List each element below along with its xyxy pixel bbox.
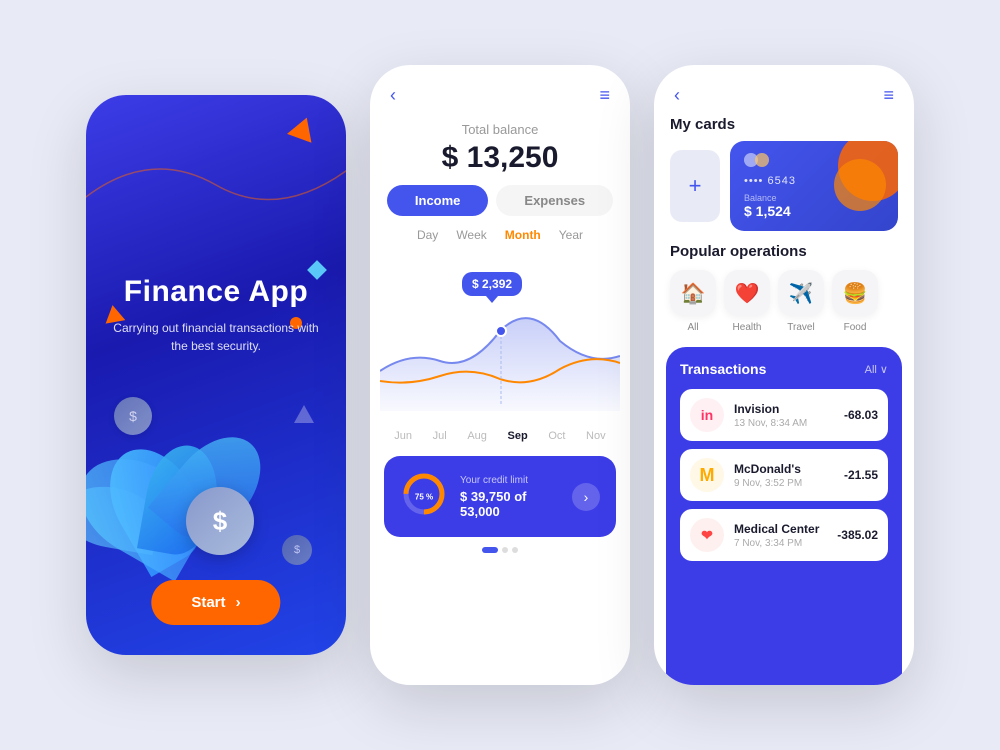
- transaction-mcdonalds: M McDonald's 9 Nov, 3:52 PM -21.55: [680, 449, 888, 501]
- all-icon: 🏠: [670, 270, 716, 316]
- invision-date: 13 Nov, 8:34 AM: [734, 418, 834, 429]
- phone3-header: ‹ ≡: [654, 65, 914, 106]
- back-icon[interactable]: ‹: [390, 85, 396, 106]
- time-tabs: Day Week Month Year: [370, 228, 630, 256]
- credit-info: Your credit limit $ 39,750 of 53,000: [460, 475, 560, 519]
- credit-card: •••• 6543 Balance $ 1,524: [730, 141, 898, 231]
- transactions-section: Transactions All ∨ in Invision 13 Nov, 8…: [666, 347, 902, 685]
- transactions-title: Transactions: [680, 361, 766, 377]
- coin-large: $: [186, 487, 254, 555]
- label-jun: Jun: [394, 430, 412, 442]
- mcdonalds-info: McDonald's 9 Nov, 3:52 PM: [734, 462, 834, 489]
- invision-info: Invision 13 Nov, 8:34 AM: [734, 402, 834, 429]
- popular-ops-title: Popular operations: [654, 243, 914, 260]
- my-cards-title: My cards: [654, 116, 914, 133]
- plus-icon: +: [689, 173, 702, 199]
- tab-month[interactable]: Month: [505, 228, 541, 242]
- credit-label: Your credit limit: [460, 475, 560, 486]
- label-aug: Aug: [467, 430, 487, 442]
- tab-week[interactable]: Week: [456, 228, 486, 242]
- medical-name: Medical Center: [734, 522, 827, 536]
- start-arrow-icon: ›: [236, 594, 241, 611]
- mcdonalds-name: McDonald's: [734, 462, 834, 476]
- phone2-header: ‹ ≡: [370, 65, 630, 106]
- tab-year[interactable]: Year: [559, 228, 583, 242]
- invision-name: Invision: [734, 402, 834, 416]
- phone1-content: Finance App Carrying out financial trans…: [86, 135, 346, 355]
- app-subtitle: Carrying out financial transactions with…: [106, 319, 326, 355]
- income-toggle[interactable]: Income: [387, 185, 489, 216]
- label-nov: Nov: [586, 430, 606, 442]
- op-travel[interactable]: ✈️ Travel: [778, 270, 824, 333]
- add-card-button[interactable]: +: [670, 150, 720, 222]
- op-all[interactable]: 🏠 All: [670, 270, 716, 333]
- food-label: Food: [844, 322, 867, 333]
- cards-row: + •••• 6543 Balance $ 1,524: [654, 141, 914, 231]
- transactions-all-button[interactable]: All ∨: [865, 363, 888, 376]
- mcdonalds-logo: M: [690, 458, 724, 492]
- dot-2: [502, 547, 508, 553]
- toggle-buttons: Income Expenses: [370, 185, 630, 228]
- mcdonalds-amount: -21.55: [844, 468, 878, 482]
- screen-3: ‹ ≡ My cards + •••• 6543 Balance: [654, 65, 914, 685]
- credit-amount: $ 39,750 of 53,000: [460, 489, 560, 519]
- coin-small-1: $: [114, 397, 152, 435]
- menu-icon[interactable]: ≡: [599, 85, 610, 106]
- op-health[interactable]: ❤️ Health: [724, 270, 770, 333]
- label-jul: Jul: [433, 430, 447, 442]
- app-title: Finance App: [106, 275, 326, 309]
- expenses-toggle[interactable]: Expenses: [496, 185, 613, 216]
- transaction-invision: in Invision 13 Nov, 8:34 AM -68.03: [680, 389, 888, 441]
- start-label: Start: [191, 594, 225, 611]
- travel-icon: ✈️: [778, 270, 824, 316]
- menu-icon-3[interactable]: ≡: [883, 85, 894, 106]
- dot-3: [512, 547, 518, 553]
- health-icon: ❤️: [724, 270, 770, 316]
- credit-section: 75 % Your credit limit $ 39,750 of 53,00…: [384, 456, 616, 537]
- mcdonalds-date: 9 Nov, 3:52 PM: [734, 478, 834, 489]
- credit-arrow-button[interactable]: ›: [572, 483, 600, 511]
- invision-amount: -68.03: [844, 408, 878, 422]
- screen-2: ‹ ≡ Total balance $ 13,250 Income Expens…: [370, 65, 630, 685]
- balance-amount: $ 13,250: [390, 141, 610, 175]
- tab-day[interactable]: Day: [417, 228, 438, 242]
- card-orange-circle-2: [834, 159, 886, 211]
- transaction-medical: ❤ Medical Center 7 Nov, 3:34 PM -385.02: [680, 509, 888, 561]
- label-oct: Oct: [548, 430, 565, 442]
- chart-tooltip: $ 2,392: [462, 272, 522, 296]
- medical-info: Medical Center 7 Nov, 3:34 PM: [734, 522, 827, 549]
- scroll-dots: [370, 547, 630, 553]
- back-icon-3[interactable]: ‹: [674, 85, 680, 106]
- credit-pct-label: 75 %: [415, 492, 433, 501]
- screen-1: $ $ $ Finance App Carrying out financial…: [86, 95, 346, 655]
- health-label: Health: [733, 322, 762, 333]
- balance-section: Total balance $ 13,250: [370, 106, 630, 185]
- medical-logo: ❤: [690, 518, 724, 552]
- dot-1: [482, 547, 498, 553]
- op-food[interactable]: 🍔 Food: [832, 270, 878, 333]
- chip-circle-2: [755, 153, 769, 167]
- donut-container: 75 %: [400, 470, 448, 523]
- coin-small-2: $: [282, 535, 312, 565]
- ops-row: 🏠 All ❤️ Health ✈️ Travel 🍔 Food: [654, 270, 914, 333]
- chart-area: $ 2,392: [380, 256, 620, 426]
- all-label: All: [687, 322, 698, 333]
- medical-amount: -385.02: [837, 528, 878, 542]
- balance-label: Total balance: [390, 122, 610, 137]
- food-icon: 🍔: [832, 270, 878, 316]
- invision-logo: in: [690, 398, 724, 432]
- time-labels: Jun Jul Aug Sep Oct Nov: [370, 426, 630, 442]
- label-sep: Sep: [508, 430, 528, 442]
- start-button[interactable]: Start ›: [151, 580, 280, 625]
- transactions-header: Transactions All ∨: [680, 361, 888, 377]
- medical-date: 7 Nov, 3:34 PM: [734, 538, 827, 549]
- travel-label: Travel: [787, 322, 814, 333]
